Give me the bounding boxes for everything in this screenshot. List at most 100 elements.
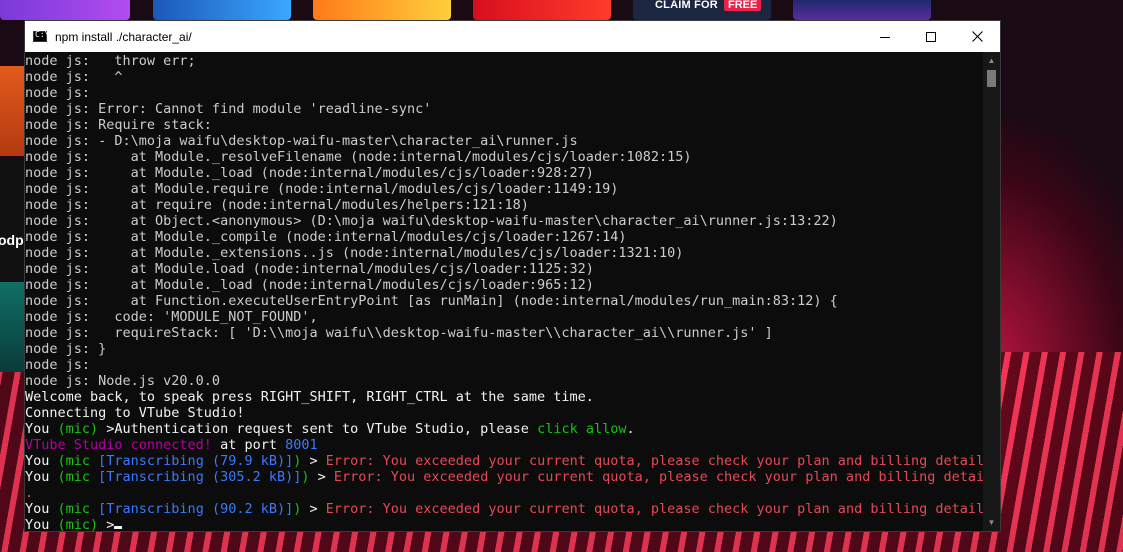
console-text: node js: at Module.require (node:interna… (25, 181, 619, 197)
console-text: node js: Node.js v20.0.0 (25, 373, 221, 389)
maximize-icon (926, 31, 936, 42)
scroll-thumb[interactable] (987, 70, 996, 87)
console-line: node js: at Module.load (node:internal/m… (25, 261, 983, 277)
console-line: node js: at Module._resolveFilename (nod… (25, 149, 983, 165)
console-line: node js: Node.js v20.0.0 (25, 373, 983, 389)
minimize-button[interactable] (862, 21, 908, 52)
console-line: node js: at require (node:internal/modul… (25, 197, 983, 213)
console-text: Connecting to VTube Studio! (25, 405, 245, 421)
side-tile-3[interactable] (0, 282, 24, 372)
close-button[interactable] (954, 21, 1000, 52)
console-text: VTube Studio connected! (25, 437, 212, 453)
console-line: node js: ^ (25, 69, 983, 85)
scroll-down-icon[interactable]: ▼ (983, 514, 1000, 531)
console-output[interactable]: node js: throw err; node js: ^ node js: nod… (25, 52, 983, 533)
console-line: You (mic [Transcribing (79.9 kB)]) > Err… (25, 453, 983, 469)
console-text: > (98, 517, 115, 533)
console-text: . (626, 421, 635, 437)
console-text: [Transcribing (90.2 kB)] (98, 501, 294, 517)
console-text: Welcome back, to speak press RIGHT_SHIFT… (25, 389, 594, 405)
console-text: node js: at Module.load (node:internal/m… (25, 261, 594, 277)
store-tile-1[interactable] (0, 0, 130, 20)
console-line: You (mic) > (25, 517, 983, 533)
console-text: node js: - D:\moja waifu\desktop-waifu-m… (25, 133, 578, 149)
store-tile-promo[interactable]: CLAIM FOR FREE (633, 0, 771, 20)
console-text: You (25, 469, 58, 485)
vertical-scrollbar[interactable]: ▲ ▼ (983, 52, 1000, 531)
console-text: Error: You exceeded your current quota, … (333, 469, 983, 485)
console-line: node js: requireStack: [ 'D:\\moja waifu… (25, 325, 983, 341)
console-line: VTube Studio connected! at port 8001 (25, 437, 983, 453)
console-text: node js: at Module._load (node:internal/… (25, 165, 594, 181)
maximize-button[interactable] (908, 21, 954, 52)
console-text: node js: } (25, 341, 107, 357)
console-text: node js: (25, 357, 91, 373)
console-text: [Transcribing (79.9 kB)] (98, 453, 294, 469)
console-text: (mic (57, 453, 99, 469)
store-tile-4[interactable] (473, 0, 611, 20)
console-text: You (25, 517, 58, 533)
window-titlebar[interactable]: C:\ npm install ./character_ai/ (25, 21, 1000, 52)
scroll-up-icon[interactable]: ▲ (983, 52, 1000, 69)
console-line: node js: at Object.<anonymous> (D:\moja … (25, 213, 983, 229)
console-line: Welcome back, to speak press RIGHT_SHIFT… (25, 389, 983, 405)
cmd-icon: C:\ (33, 30, 49, 42)
side-tile-2[interactable]: odp (0, 160, 24, 280)
console-text: node js: throw err; (25, 53, 196, 69)
console-text: > (301, 453, 326, 469)
console-text: node js: at Module._resolveFilename (nod… (25, 149, 692, 165)
window-title: npm install ./character_ai/ (55, 29, 192, 44)
promo-claim-label: CLAIM FOR (655, 0, 718, 11)
store-tile-2[interactable] (153, 0, 291, 20)
console-text: Error: You exceeded your current quota, … (325, 453, 983, 469)
console-text: node js: Error: Cannot find module 'read… (25, 101, 432, 117)
console-text: node js: at Module._compile (node:intern… (25, 229, 627, 245)
console-text: > (301, 501, 326, 517)
console-line: node js: at Module._load (node:internal/… (25, 165, 983, 181)
console-text: . (25, 485, 34, 501)
console-text: (mic) (57, 421, 99, 437)
console-line: node js: at Module.require (node:interna… (25, 181, 983, 197)
console-line: . (25, 485, 983, 501)
console-line: node js: (25, 357, 983, 373)
console-text: node js: at Module._extensions..js (node… (25, 245, 684, 261)
console-line: node js: Error: Cannot find module 'read… (25, 101, 983, 117)
window-controls (862, 21, 1000, 52)
console-text: at port (211, 437, 286, 453)
store-tile-3[interactable] (313, 0, 451, 20)
console-line: You (mic [Transcribing (305.2 kB)]) > Er… (25, 469, 983, 485)
promo-free-badge: FREE (724, 0, 762, 11)
console-text: (mic (57, 469, 99, 485)
console-text: You (25, 453, 58, 469)
console-text: node js: code: 'MODULE_NOT_FOUND', (25, 309, 318, 325)
console-text: node js: at Object.<anonymous> (D:\moja … (25, 213, 838, 229)
store-tile-6[interactable] (793, 0, 931, 20)
console-text: node js: Require stack: (25, 117, 212, 133)
console-text: (mic) (57, 517, 99, 533)
console-line: node js: } (25, 341, 983, 357)
console-line: Connecting to VTube Studio! (25, 405, 983, 421)
console-text: node js: at require (node:internal/modul… (25, 197, 529, 213)
console-text: You (25, 501, 58, 517)
console-line: node js: Require stack: (25, 117, 983, 133)
console-text: node js: ^ (25, 69, 123, 85)
text-cursor (114, 526, 123, 529)
console-text: click allow (537, 421, 627, 437)
console-text: node js: requireStack: [ 'D:\\moja waifu… (25, 325, 773, 341)
console-line: node js: (25, 85, 983, 101)
console-text: (mic (57, 501, 99, 517)
console-line: You (mic) >Authentication request sent t… (25, 421, 983, 437)
console-text: node js: (25, 85, 91, 101)
close-icon (971, 31, 983, 42)
minimize-icon (880, 36, 890, 38)
console-line: You (mic [Transcribing (90.2 kB)]) > Err… (25, 501, 983, 517)
console-text: Error: You exceeded your current quota, … (325, 501, 983, 517)
side-tile-label: odp (0, 232, 24, 248)
console-line: node js: at Function.executeUserEntryPoi… (25, 293, 983, 309)
console-text: node js: at Module._load (node:internal/… (25, 277, 594, 293)
console-text: >Authentication request sent to VTube St… (98, 421, 538, 437)
console-text: 8001 (285, 437, 318, 453)
side-tile-1[interactable] (0, 66, 24, 156)
console-text: ) (301, 469, 310, 485)
console-line: node js: - D:\moja waifu\desktop-waifu-m… (25, 133, 983, 149)
